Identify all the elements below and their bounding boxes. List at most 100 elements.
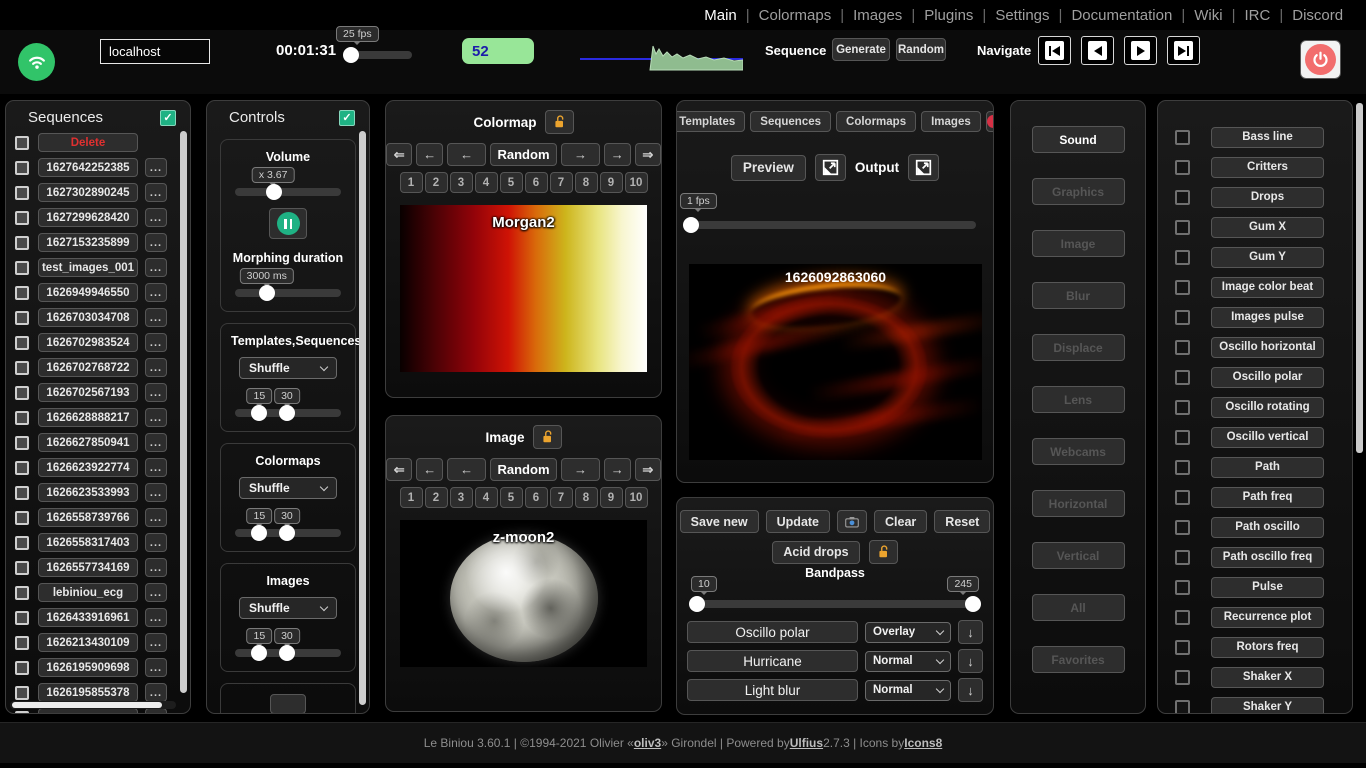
category-button[interactable]: Blur [1032,282,1125,309]
sequence-options-button[interactable]: ... [145,308,167,327]
window-scrollbar[interactable] [1356,103,1363,453]
workspace-tab[interactable]: Images [921,111,981,132]
nav-link[interactable]: Wiki [1185,7,1231,24]
sequence-checkbox[interactable] [15,186,29,200]
sequence-options-button[interactable]: ... [145,358,167,377]
plugin-button[interactable]: Recurrence plot [1211,607,1324,628]
sequence-select-button[interactable]: 1626949946550 [38,283,138,302]
ulfius-link[interactable]: Ulfius [790,736,823,750]
sequence-options-button[interactable]: ... [145,333,167,352]
image-fast-prev-button[interactable]: ← [416,458,442,481]
plugin-checkbox[interactable] [1175,130,1190,145]
group-range-slider[interactable] [235,409,341,417]
colormap-page-button[interactable]: 8 [575,172,598,193]
plugin-checkbox[interactable] [1175,490,1190,505]
image-preview[interactable]: z-moon2 [400,520,647,667]
plugin-button[interactable]: Path [1211,457,1324,478]
controls-vertical-scrollbar[interactable] [359,131,366,705]
plugin-checkbox[interactable] [1175,400,1190,415]
sequence-checkbox[interactable] [15,436,29,450]
image-first-button[interactable]: ⇐ [386,458,412,481]
plugin-checkbox[interactable] [1175,460,1190,475]
sequence-checkbox[interactable] [15,586,29,600]
group-mode-select[interactable]: Shuffle [239,357,337,379]
author-link[interactable]: oliv3 [634,736,661,750]
scrollbar-thumb[interactable] [12,702,162,708]
sequence-checkbox[interactable] [15,161,29,175]
colormap-random-button[interactable]: Random [490,143,557,166]
category-button[interactable]: Lens [1032,386,1125,413]
sequence-checkbox[interactable] [15,236,29,250]
workspace-tab[interactable]: Colormaps [836,111,916,132]
slider-thumb[interactable] [683,217,699,233]
nav-link[interactable]: Documentation [1062,7,1181,24]
slider-thumb-max[interactable] [279,405,295,421]
workspace-tab[interactable]: Templates [676,111,745,132]
plugin-checkbox[interactable] [1175,640,1190,655]
image-page-button[interactable]: 5 [500,487,523,508]
sequence-select-button[interactable]: 1626433916961 [38,608,138,627]
sequence-checkbox[interactable] [15,261,29,275]
sequence-select-button[interactable]: 1626702567193 [38,383,138,402]
sequence-select-button[interactable]: 1626623533993 [38,483,138,502]
previous-sequence-button[interactable] [1081,36,1114,65]
plugin-checkbox[interactable] [1175,280,1190,295]
colormap-page-button[interactable]: 2 [425,172,448,193]
nav-link[interactable]: Discord [1283,7,1352,24]
partial-button[interactable] [270,694,306,714]
sequence-select-button[interactable]: 1627302890245 [38,183,138,202]
clear-button[interactable]: Clear [874,510,927,533]
image-page-button[interactable]: 7 [550,487,573,508]
sequence-select-button[interactable]: 1626558317403 [38,533,138,552]
plugin-button[interactable]: Oscillo vertical [1211,427,1324,448]
sequence-select-button[interactable]: 1626557734169 [38,558,138,577]
slider-thumb[interactable] [259,285,275,301]
sequence-select-button[interactable]: 1626702768722 [38,358,138,377]
sequence-options-button[interactable]: ... [145,508,167,527]
plugin-checkbox[interactable] [1175,550,1190,565]
plugin-checkbox[interactable] [1175,430,1190,445]
sequence-checkbox[interactable] [15,486,29,500]
sequence-checkbox[interactable] [15,636,29,650]
plugin-button[interactable]: Gum Y [1211,247,1324,268]
preview-button[interactable]: Preview [731,155,806,181]
sequence-checkbox[interactable] [15,686,29,700]
active-plugin-button[interactable]: Oscillo polar [687,621,858,643]
nav-link[interactable]: IRC [1235,7,1279,24]
sequence-options-button[interactable]: ... [145,183,167,202]
plugin-checkbox[interactable] [1175,190,1190,205]
image-page-button[interactable]: 2 [425,487,448,508]
plugin-checkbox[interactable] [1175,310,1190,325]
nav-link[interactable]: Images [844,7,911,24]
colormap-lock-button[interactable] [545,110,574,134]
sequence-checkbox[interactable] [15,361,29,375]
pause-button[interactable] [269,208,307,239]
sequence-select-button[interactable]: 1627642252385 [38,158,138,177]
sequence-checkbox[interactable] [15,711,29,715]
sequence-options-button[interactable]: ... [145,433,167,452]
plugin-checkbox[interactable] [1175,580,1190,595]
slider-thumb-min[interactable] [251,645,267,661]
image-page-button[interactable]: 1 [400,487,423,508]
sequence-select-button[interactable]: 1626628888217 [38,408,138,427]
nav-link[interactable]: Colormaps [750,7,841,24]
plugin-button[interactable]: Oscillo polar [1211,367,1324,388]
sequences-vertical-scrollbar[interactable] [180,131,187,693]
sequence-options-button[interactable]: ... [145,558,167,577]
generate-button[interactable]: Generate [832,38,890,61]
plugin-button[interactable]: Drops [1211,187,1324,208]
sequence-select-button[interactable]: 1626195855378 [38,683,138,702]
slider-thumb-min[interactable] [689,596,705,612]
category-button[interactable]: Vertical [1032,542,1125,569]
sequence-checkbox[interactable] [15,461,29,475]
nav-link[interactable]: Settings [986,7,1058,24]
morphing-slider[interactable] [235,289,341,297]
plugin-button[interactable]: Rotors freq [1211,637,1324,658]
visualization-preview[interactable]: 1626092863060 [689,264,982,460]
sequence-checkbox[interactable] [15,311,29,325]
plugin-checkbox[interactable] [1175,340,1190,355]
plugin-button[interactable]: Oscillo rotating [1211,397,1324,418]
image-fast-next-button[interactable]: → [604,458,630,481]
category-button[interactable]: Horizontal [1032,490,1125,517]
colormap-last-button[interactable]: ⇒ [635,143,661,166]
